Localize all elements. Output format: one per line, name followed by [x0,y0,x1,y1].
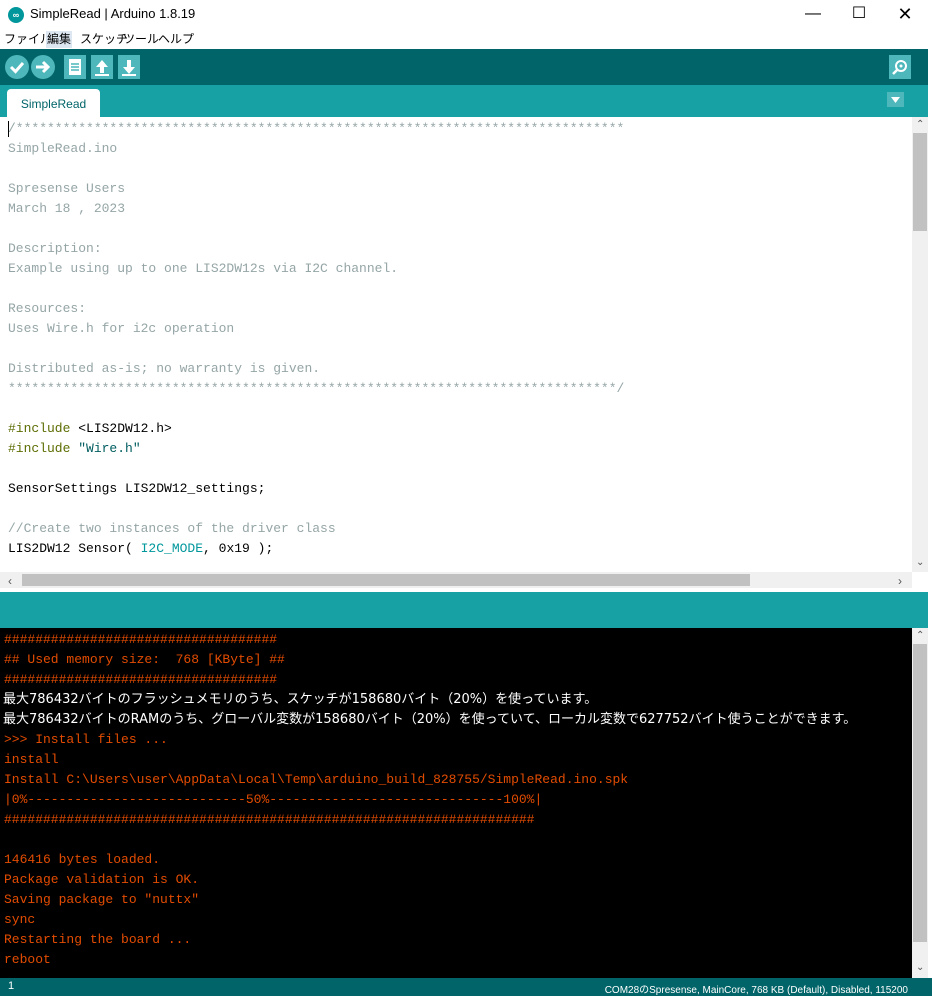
console-line: Install C:\Users\user\AppData\Local\Temp… [4,772,629,787]
status-bar: 1 COM28のSpresense, MainCore, 768 KB (Def… [0,978,932,996]
console-line: ################################### [4,672,278,687]
code-line: SimpleRead.ino [8,141,118,156]
ctor-head: LIS2DW12 Sensor( [8,541,141,556]
tab-menu-chevron-down-icon[interactable] [887,92,904,107]
save-icon[interactable] [118,55,140,79]
code-line: Uses Wire.h for i2c operation [8,321,235,336]
scroll-down-icon[interactable]: ⌄ [916,557,924,568]
scroll-left-icon[interactable]: ‹ [8,574,12,588]
code-line: LIS2DW12 Sensor( I2C_MODE, 0x19 ); [8,539,273,559]
tab-simpleread[interactable]: SimpleRead [7,89,100,117]
verify-icon[interactable] [5,55,29,79]
code-line: Spresense Users [8,181,126,196]
menu-bar: ファイル 編集 スケッチ ツール ヘルプ [0,30,932,49]
serial-monitor-icon[interactable] [889,55,911,79]
console-line: Package validation is OK. [4,872,200,887]
console-line: install [4,752,59,767]
include-keyword: #include [8,441,71,456]
console-vertical-scroll-thumb[interactable] [913,644,927,942]
toolbar [0,49,932,85]
console-divider[interactable] [0,592,932,628]
scroll-down-icon[interactable]: ⌄ [916,962,924,973]
board-info: COM28のSpresense, MainCore, 768 KB (Defau… [604,985,908,996]
code-line: ****************************************… [8,381,625,396]
open-icon[interactable] [91,55,113,79]
code-editor[interactable]: /***************************************… [0,117,912,572]
editor-horizontal-scroll-thumb[interactable] [22,574,750,586]
console-line: ########################################… [4,812,535,827]
new-icon[interactable] [64,55,86,79]
code-line: SensorSettings LIS2DW12_settings; [8,481,266,496]
menu-edit[interactable]: 編集 [46,31,73,48]
console-line: >>> Install files ... [4,732,168,747]
scroll-up-icon[interactable]: ⌃ [916,119,924,130]
ctor-mode: I2C_MODE [140,541,204,556]
text-cursor [8,121,9,137]
console-line: ## Used memory size: 768 [KByte] ## [4,652,285,667]
code-line: /***************************************… [8,121,625,136]
console-line: reboot [4,952,51,967]
console-line: sync [4,912,36,927]
window-title: SimpleRead | Arduino 1.8.19 [30,6,196,21]
code-line: //Create two instances of the driver cla… [8,521,336,536]
line-number: 1 [8,980,15,992]
include-target: "Wire.h" [70,441,141,456]
console-line: ################################### [4,632,278,647]
console-line: 最大786432バイトのフラッシュメモリのうち、スケッチが158680バイト（2… [3,692,598,707]
console-output: ################################### ## U… [0,628,912,978]
arduino-logo-icon: ∞ [8,7,24,23]
console-line: Saving package to "nuttx" [4,892,200,907]
code-line: Description: [8,241,102,256]
console-line: Restarting the board ... [4,932,192,947]
code-line: #include "Wire.h" [8,439,141,459]
console-line: 最大786432バイトのRAMのうち、グローバル変数が158680バイト（20%… [3,712,857,727]
maximize-icon[interactable]: ☐ [836,0,882,30]
code-line: Resources: [8,301,87,316]
ctor-tail: , 0x19 ); [203,541,274,556]
console-line: 146416 bytes loaded. [4,852,161,867]
upload-icon[interactable] [31,55,55,79]
scroll-right-icon[interactable]: › [898,574,902,588]
include-keyword: #include [8,421,71,436]
code-line: Example using up to one LIS2DW12s via I2… [8,261,399,276]
code-line: #include <LIS2DW12.h> [8,419,172,439]
window-edge [928,49,932,978]
menu-help[interactable]: ヘルプ [157,31,195,48]
tab-bar: SimpleRead [0,85,932,117]
title-bar: ∞ SimpleRead | Arduino 1.8.19 — ☐ ✕ [0,0,932,30]
menu-tools[interactable]: ツール [122,31,160,48]
minimize-icon[interactable]: — [790,0,836,30]
scroll-up-icon[interactable]: ⌃ [916,630,924,641]
editor-vertical-scroll-thumb[interactable] [913,133,927,231]
code-line: Distributed as-is; no warranty is given. [8,361,321,376]
code-line: March 18 , 2023 [8,201,126,216]
include-target: <LIS2DW12.h> [70,421,172,436]
console-line: |0%----------------------------50%------… [4,792,543,807]
close-icon[interactable]: ✕ [882,0,928,30]
